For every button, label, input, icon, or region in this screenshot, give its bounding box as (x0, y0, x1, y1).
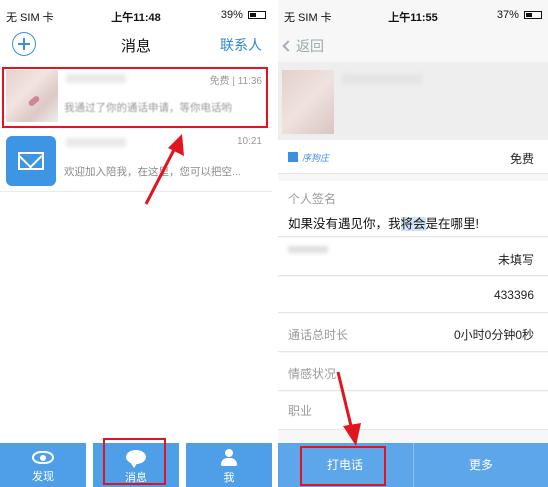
battery-indicator: 39% (221, 9, 266, 21)
unfilled-value: 未填写 (497, 253, 534, 267)
info-row: 未填写 (278, 238, 548, 276)
emotion-row: 情感状况 (278, 353, 548, 391)
blurred-label (288, 246, 328, 253)
highlight-box-call (300, 446, 386, 486)
id-row: 433396 (278, 277, 548, 313)
more-button[interactable]: 更多 (413, 443, 548, 487)
signature-selected-text: 将会 (400, 217, 426, 231)
arrow-icon (144, 134, 184, 205)
job-label: 职业 (288, 404, 313, 418)
message-time: 10:21 (236, 136, 262, 147)
signature-text-after: 是在哪里! (425, 217, 480, 231)
message-item[interactable]: 10:21 欢迎加入陪我，在这里，您可以把空... (0, 130, 272, 192)
tab-discover[interactable]: 发现 (0, 443, 86, 487)
avatar (6, 136, 56, 186)
tab-me[interactable]: 我 (186, 443, 272, 487)
emotion-label: 情感状况 (288, 367, 337, 381)
battery-percent: 37% (496, 9, 519, 21)
highlight-box-messages-tab (103, 438, 166, 485)
blurred-sender-name (66, 138, 126, 147)
signature-row: 个人签名 如果没有遇见你，我将会是在哪里! (278, 181, 548, 237)
contacts-button[interactable]: 联系人 (220, 35, 262, 55)
battery-indicator: 37% (497, 9, 542, 21)
eye-icon (32, 451, 54, 464)
highlight-box-message (2, 67, 268, 128)
app-logo: 序狗庄 (288, 149, 332, 165)
call-duration-label: 通话总时长 (288, 328, 349, 342)
battery-percent: 39% (220, 9, 243, 21)
right-screen-profile: 无 SIM 卡 上午11:55 37% 返回 序狗庄 免费 个人签名 如果没有遇… (278, 0, 548, 487)
tab-label: 我 (223, 472, 235, 484)
arrow-icon (336, 371, 361, 446)
chevron-left-icon (282, 40, 294, 52)
nav-bar: 消息 联系人 (0, 30, 272, 62)
person-icon (219, 449, 239, 467)
blurred-profile-name (342, 74, 422, 84)
logo-text: 序狗庄 (302, 153, 330, 163)
id-number: 433396 (493, 288, 534, 302)
tab-label: 发现 (32, 471, 54, 483)
back-button[interactable]: 返回 (282, 36, 324, 56)
logo-block-icon (288, 152, 298, 162)
avatar (282, 70, 334, 134)
battery-icon (524, 11, 542, 19)
call-duration-value: 0小时0分钟0秒 (453, 328, 534, 342)
signature-label: 个人签名 (288, 192, 337, 206)
job-row: 职业 (278, 392, 548, 430)
status-bar: 无 SIM 卡 上午11:55 37% (278, 0, 548, 30)
left-screen-messages: 无 SIM 卡 上午11:48 39% 消息 联系人 免费 | 11:36 我通… (0, 0, 272, 487)
back-label: 返回 (296, 38, 324, 54)
signature-text-before: 如果没有遇见你，我 (288, 217, 401, 231)
signature-text: 如果没有遇见你，我将会是在哪里! (288, 213, 479, 232)
battery-icon (248, 11, 266, 19)
free-row: 序狗庄 免费 (278, 140, 548, 174)
status-bar: 无 SIM 卡 上午11:48 39% (0, 0, 272, 30)
profile-header (278, 62, 548, 140)
envelope-icon (18, 152, 44, 170)
free-label: 免费 (509, 152, 534, 166)
call-duration-row: 通话总时长 0小时0分钟0秒 (278, 314, 548, 352)
